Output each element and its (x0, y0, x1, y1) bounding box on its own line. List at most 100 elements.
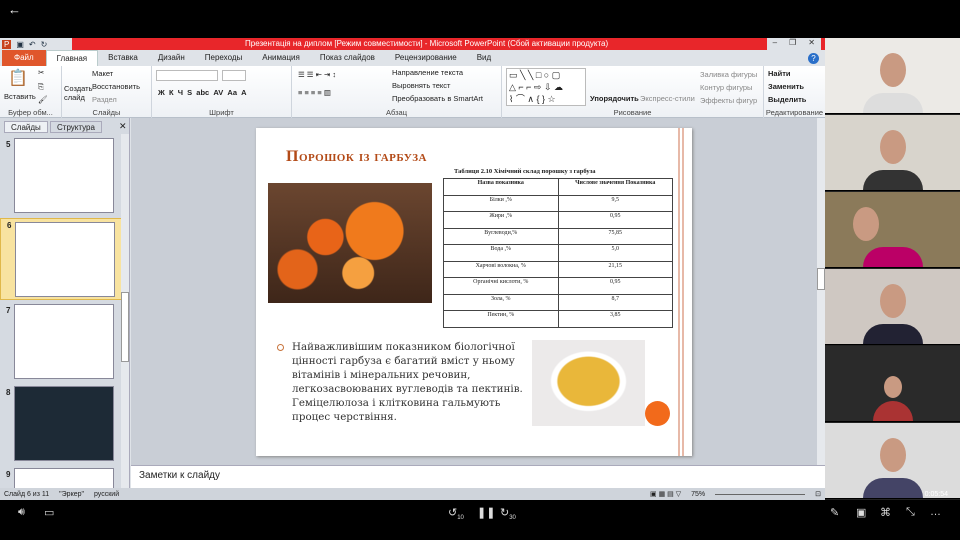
table-row: Органічні кислоти, % 0,95 (443, 277, 673, 295)
section-button[interactable]: Раздел (92, 95, 117, 104)
slide-thumbnail-9[interactable]: 9 (0, 468, 122, 488)
more-icon[interactable]: … (930, 506, 941, 518)
tab-slides[interactable]: Слайды (4, 121, 48, 133)
redo-icon[interactable]: ↻ (41, 40, 48, 49)
tab-insert[interactable]: Вставка (98, 50, 148, 66)
slide-number: 8 (6, 388, 11, 397)
pumpkin-image[interactable] (268, 183, 432, 303)
slide-thumbnail-8[interactable]: 8 (0, 386, 122, 466)
copy-icon[interactable]: ⎘ (38, 82, 44, 92)
tab-animation[interactable]: Анимация (252, 50, 310, 66)
tab-home[interactable]: Главная (45, 49, 99, 67)
participant-tile[interactable] (825, 346, 960, 422)
participant-tile[interactable] (825, 38, 960, 114)
participant-tile[interactable] (825, 269, 960, 345)
restore-icon[interactable]: ❐ (789, 38, 796, 50)
cut-icon[interactable]: ✂ (38, 68, 44, 77)
captions-icon[interactable]: ▭ (44, 506, 54, 519)
pumpkin-powder-image[interactable] (532, 340, 645, 426)
format-painter-icon[interactable]: 🖌 (38, 95, 48, 104)
name-cell: Харчові волокна, % (443, 260, 559, 278)
scroll-thumb[interactable] (121, 292, 129, 362)
tab-transitions[interactable]: Переходы (195, 50, 253, 66)
align-icons[interactable]: ≡ ≡ ≡ ≡ ▥ (298, 88, 331, 97)
align-text-button[interactable]: Выровнять текст (392, 81, 450, 90)
notes-placeholder: Заметки к слайду (139, 470, 220, 481)
slide[interactable]: Порошок із гарбуза Таблиця 2.10 Хімічний… (256, 128, 692, 456)
slide-thumbnail-6[interactable]: 6 (0, 218, 122, 300)
slide-thumbnail-7[interactable]: 7 (0, 304, 122, 384)
notes-pane[interactable]: Заметки к слайду (131, 465, 825, 488)
back-arrow-icon[interactable]: ← (8, 2, 21, 17)
tab-outline[interactable]: Структура (50, 121, 102, 133)
tab-review[interactable]: Рецензирование (385, 50, 467, 66)
editor-scrollbar[interactable] (817, 118, 825, 465)
forward-icon[interactable]: ↻30 (500, 506, 516, 521)
text-direction-button[interactable]: Направление текста (392, 68, 463, 77)
tab-file[interactable]: Файл (2, 50, 46, 66)
font-name-input[interactable] (156, 70, 218, 81)
shapes-gallery[interactable]: ▭ ╲ ╲ □ ○ ▢ △ ⌐ ⌐ ⇨ ⇩ ☁ ⌇ ⌒ ∧ { } ☆ (506, 68, 586, 106)
close-icon[interactable]: ✕ (808, 38, 815, 50)
participant-tile[interactable] (825, 115, 960, 191)
shape-fill-button[interactable]: Заливка фигуры (700, 70, 757, 79)
language[interactable]: русский (94, 491, 119, 498)
zoom-level[interactable]: 75% (691, 491, 705, 498)
fit-slide-icon[interactable]: ⊡ (815, 490, 821, 498)
editing-label: Редактирование (765, 108, 824, 117)
participant-body (862, 170, 923, 190)
scroll-thumb[interactable] (817, 268, 825, 290)
top-bar: ← (0, 0, 960, 38)
pen-icon[interactable]: ✎ (830, 506, 839, 519)
tab-slideshow[interactable]: Показ слайдов (310, 50, 385, 66)
slide-thumbnail-5[interactable]: 5 (0, 138, 122, 218)
window-title: Презентація на диплом [Режим совместимос… (245, 39, 609, 48)
font-size-input[interactable] (222, 70, 246, 81)
tab-design[interactable]: Дизайн (148, 50, 195, 66)
tab-view[interactable]: Вид (467, 50, 501, 66)
undo-icon[interactable]: ↶ (29, 40, 36, 49)
participant-tile[interactable] (825, 423, 960, 499)
pause-icon[interactable]: ❚❚ (477, 506, 495, 519)
bullet-text[interactable]: Найважливішим показником біологічної цін… (277, 340, 528, 424)
reset-button[interactable]: Восстановить (92, 82, 140, 91)
view-buttons[interactable]: ▣ ▦ ▤ ▽ (650, 490, 681, 498)
pane-scrollbar[interactable] (121, 134, 129, 488)
window-icon[interactable]: ▣ (856, 506, 866, 519)
arrange-button[interactable]: Упорядочить (590, 94, 639, 103)
name-cell: Вода ,% (443, 244, 559, 262)
powerpoint-window: P ▣ ↶ ↻ Презентація на диплом [Режим сов… (0, 38, 825, 500)
shape-outline-button[interactable]: Контур фигуры (700, 83, 752, 92)
zoom-slider[interactable] (715, 493, 806, 495)
composition-table[interactable]: Назва показника Числове значення Показник… (443, 178, 673, 328)
select-button[interactable]: Выделить (768, 95, 806, 104)
table-row: Харчові волокна, % 21,15 (443, 260, 673, 278)
save-icon[interactable]: ▣ (16, 40, 24, 49)
layout-button[interactable]: Макет (92, 69, 113, 78)
list-icons[interactable]: ☰ ☰ ⇤ ⇥ ↕ (298, 70, 336, 79)
replace-button[interactable]: Заменить (768, 82, 804, 91)
smartart-button[interactable]: Преобразовать в SmartArt (392, 94, 483, 103)
rewind-icon[interactable]: ↺10 (448, 506, 464, 521)
cast-icon[interactable]: ⌘ (880, 506, 891, 519)
theme-name: "Эркер" (59, 490, 84, 498)
shape-effects-button[interactable]: Эффекты фигур (700, 96, 757, 105)
help-icon[interactable]: ? (808, 52, 819, 64)
exit-fullscreen-icon[interactable]: ⤡ (906, 506, 915, 519)
participant-tile[interactable] (825, 192, 960, 268)
minimize-icon[interactable]: – (773, 38, 777, 50)
find-button[interactable]: Найти (768, 69, 790, 78)
quick-styles-button[interactable]: Экспресс-стили (640, 94, 695, 103)
bold-icon[interactable]: Ж К Ч S abc AV Aa A (158, 88, 247, 97)
name-cell: Зола, % (443, 293, 559, 311)
paste-button[interactable]: Вставить (4, 92, 36, 101)
value-cell: 0,95 (557, 211, 673, 229)
bullet-paragraph: Найважливішим показником біологічної цін… (292, 341, 523, 423)
paste-icon[interactable]: 📋 (8, 68, 28, 88)
slide-title[interactable]: Порошок із гарбуза (286, 148, 427, 166)
new-slide-button[interactable]: Создать слайд (64, 84, 93, 102)
volume-icon[interactable]: 🔊︎ (18, 506, 25, 519)
close-pane-icon[interactable]: ✕ (119, 121, 127, 132)
slides-group: Создать слайд Макет Восстановить Раздел … (62, 66, 152, 118)
window-controls: – ❐ ✕ (766, 38, 821, 50)
